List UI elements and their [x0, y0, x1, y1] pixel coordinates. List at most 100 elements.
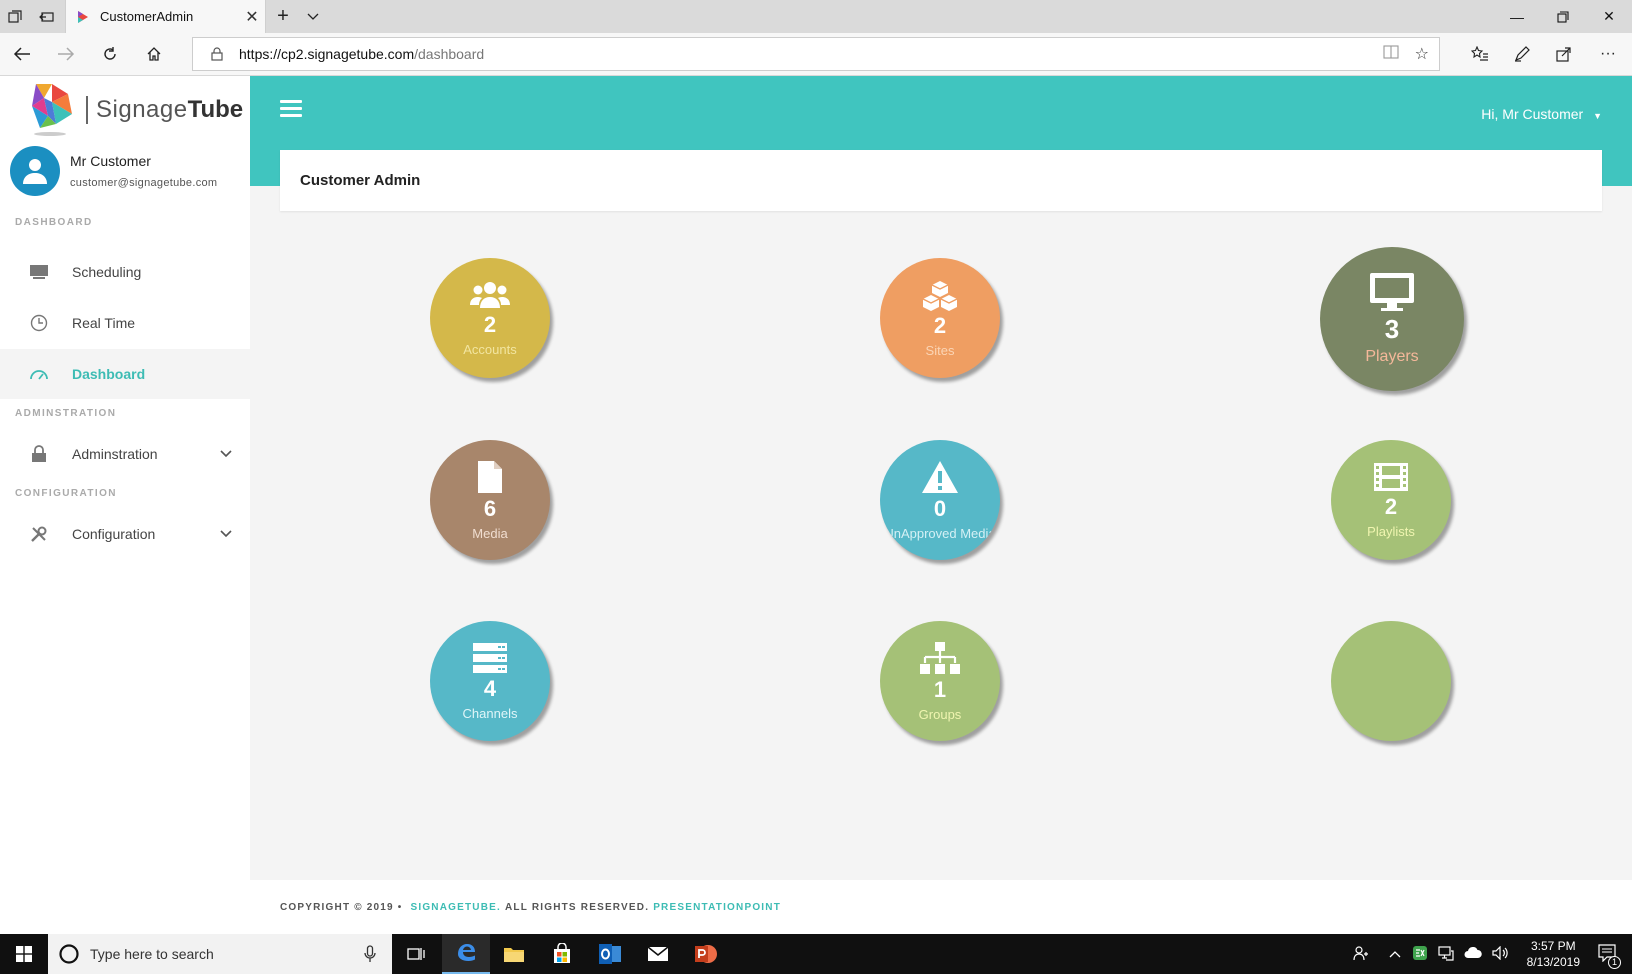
chevron-up-icon[interactable]	[1389, 947, 1401, 961]
cubes-icon	[922, 280, 958, 311]
sidebar-item-label: Real Time	[72, 315, 136, 331]
store-icon[interactable]	[538, 934, 586, 974]
tab-list-icon[interactable]	[0, 0, 30, 33]
user-icon	[23, 159, 47, 184]
start-button[interactable]	[0, 934, 48, 974]
tile-empty[interactable]	[1331, 621, 1451, 741]
taskbar-search-placeholder: Type here to search	[90, 946, 214, 962]
clock-date: 8/13/2019	[1526, 955, 1580, 969]
tile-playlists[interactable]: 2 Playlists	[1331, 440, 1451, 560]
outlook-icon[interactable]	[586, 934, 634, 974]
refresh-icon[interactable]	[94, 39, 126, 69]
mail-icon[interactable]	[634, 934, 682, 974]
film-icon	[1374, 462, 1408, 491]
user-profile[interactable]: Mr Customer customer@signagetube.com	[10, 146, 217, 196]
home-icon[interactable]	[138, 39, 170, 69]
edge-app-icon[interactable]	[442, 934, 490, 974]
chevron-down-icon[interactable]	[220, 447, 250, 461]
brand-name-part-b: Tube	[187, 96, 244, 123]
tile-unapproved-media[interactable]: 0 UnApproved Media	[880, 440, 1000, 560]
taskbar-clock[interactable]: 3:57 PM 8/13/2019	[1527, 938, 1580, 970]
user-email: customer@signagetube.com	[70, 177, 218, 189]
browser-tab[interactable]: CustomerAdmin ✕	[65, 0, 266, 33]
powerpoint-icon[interactable]	[682, 934, 730, 974]
sidebar-item-administration[interactable]: Adminstration	[0, 429, 250, 479]
share-icon[interactable]	[1548, 39, 1580, 69]
exchange-icon[interactable]	[1412, 945, 1428, 964]
new-tab-icon[interactable]: +	[268, 0, 298, 33]
user-menu[interactable]: Hi, Mr Customer ▼	[1481, 106, 1602, 122]
brand-logo[interactable]: Signage Tube	[28, 80, 243, 140]
monitor-icon	[28, 261, 50, 283]
signagetube-favicon	[78, 10, 88, 23]
url-path: /dashboard	[414, 46, 485, 62]
section-label-administration: ADMINSTRATION	[15, 408, 117, 419]
sitemap-icon	[920, 641, 960, 674]
server-icon	[473, 642, 507, 673]
tile-label: Accounts	[463, 341, 517, 357]
tile-count: 1	[933, 676, 947, 702]
task-view-icon[interactable]	[392, 934, 440, 974]
minimize-icon[interactable]: —	[1494, 0, 1540, 33]
hamburger-menu-icon[interactable]	[280, 100, 302, 120]
favorites-list-icon[interactable]	[1464, 39, 1496, 69]
tile-players[interactable]: 3 Players	[1320, 247, 1464, 391]
reading-view-icon[interactable]	[1383, 44, 1399, 64]
chevron-down-icon[interactable]	[220, 527, 250, 541]
tools-icon	[28, 523, 50, 545]
tile-groups[interactable]: 1 Groups	[880, 621, 1000, 741]
forward-icon[interactable]	[50, 39, 82, 69]
favorite-star-icon[interactable]: ☆	[1415, 44, 1429, 64]
system-tray: 3:57 PM 8/13/2019 1	[1339, 934, 1632, 974]
browser-nav-bar: https://cp2.signagetube.com/dashboard ☆ …	[0, 33, 1632, 76]
clock-icon	[28, 312, 50, 334]
tile-sites[interactable]: 2 Sites	[880, 258, 1000, 378]
more-icon[interactable]: ···	[1592, 39, 1624, 69]
back-icon[interactable]	[6, 39, 38, 69]
action-center-icon[interactable]: 1	[1598, 943, 1621, 969]
restore-icon[interactable]	[1540, 0, 1586, 33]
signagetube-logo-icon	[32, 84, 72, 136]
network-icon[interactable]	[1438, 945, 1454, 964]
tab-title: CustomerAdmin	[100, 9, 194, 24]
people-icon[interactable]	[1353, 945, 1369, 964]
volume-icon[interactable]	[1492, 945, 1510, 963]
file-explorer-icon[interactable]	[490, 934, 538, 974]
sidebar-item-dashboard[interactable]: Dashboard	[0, 349, 250, 399]
sidebar-item-real-time[interactable]: Real Time	[0, 298, 250, 348]
window-close-icon[interactable]: ✕	[1586, 0, 1632, 33]
tile-accounts[interactable]: 2 Accounts	[430, 258, 550, 378]
page-title: Customer Admin	[300, 172, 421, 189]
rights-text: ALL RIGHTS RESERVED.	[504, 901, 650, 913]
tab-close-icon[interactable]: ✕	[239, 7, 265, 27]
section-label-dashboard: DASHBOARD	[15, 217, 93, 228]
set-aside-tabs-icon[interactable]	[32, 0, 62, 33]
microphone-icon[interactable]	[364, 945, 376, 963]
user-name: Mr Customer	[70, 153, 151, 169]
tile-channels[interactable]: 4 Channels	[430, 621, 550, 741]
tile-count: 0	[933, 495, 947, 521]
presentationpoint-link[interactable]: PRESENTATIONPOINT	[653, 902, 781, 913]
sidebar-item-scheduling[interactable]: Scheduling	[0, 247, 250, 297]
taskbar-search-box[interactable]: Type here to search	[48, 934, 392, 974]
pen-icon[interactable]	[1506, 39, 1538, 69]
gauge-icon	[28, 363, 50, 385]
tab-dropdown-icon[interactable]	[298, 0, 328, 33]
tile-count: 6	[483, 495, 497, 521]
windows-taskbar: Type here to search 3:57 PM 8/13/2019 1	[0, 934, 1632, 974]
page-header-card: Customer Admin	[280, 150, 1602, 211]
tile-label: Channels	[462, 705, 518, 721]
cortana-icon	[59, 944, 79, 964]
signagetube-link[interactable]: SIGNAGETUBE.	[410, 902, 501, 913]
sidebar-item-configuration[interactable]: Configuration	[0, 509, 250, 559]
sidebar-item-label: Dashboard	[72, 366, 146, 382]
address-bar[interactable]: https://cp2.signagetube.com/dashboard ☆	[192, 37, 1440, 71]
tile-count: 2	[1384, 493, 1398, 519]
windows-logo-icon	[16, 946, 32, 962]
tile-media[interactable]: 6 Media	[430, 440, 550, 560]
tile-label: Sites	[925, 342, 955, 358]
copyright-text: COPYRIGHT © 2019 •	[280, 901, 403, 913]
tile-label: Players	[1365, 348, 1419, 365]
onedrive-icon[interactable]	[1464, 946, 1482, 962]
tile-count: 2	[933, 312, 947, 338]
